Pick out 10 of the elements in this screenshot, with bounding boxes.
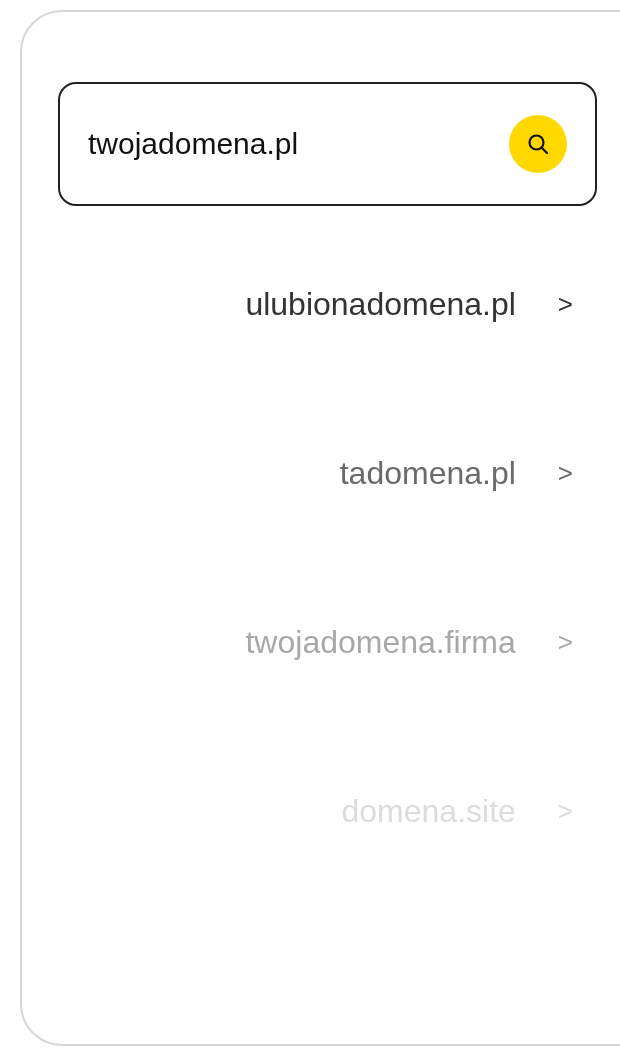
chevron-icon: > — [557, 457, 573, 489]
search-button[interactable] — [509, 115, 567, 173]
domain-suggestion[interactable]: ulubionadomena.pl — [245, 285, 516, 323]
search-icon — [527, 133, 549, 155]
search-field[interactable]: twojadomena.pl — [58, 82, 597, 206]
chevron-icon: > — [557, 288, 573, 320]
search-input[interactable]: twojadomena.pl — [88, 127, 468, 161]
chevron-icon: > — [557, 795, 573, 827]
chevron-icon: > — [557, 626, 573, 658]
domain-suggestion[interactable]: tadomena.pl — [339, 454, 516, 492]
